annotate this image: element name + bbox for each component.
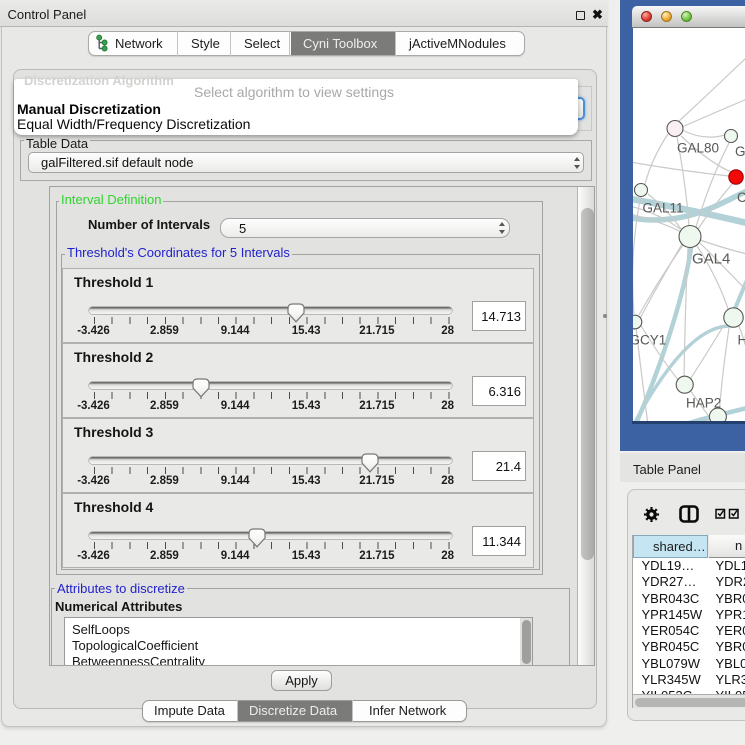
svg-text:GAL80: GAL80 xyxy=(677,141,719,156)
svg-text:HAP2: HAP2 xyxy=(686,396,721,411)
svg-text:CY: CY xyxy=(737,190,745,205)
svg-text:HA: HA xyxy=(738,333,745,348)
svg-text:GAL11: GAL11 xyxy=(643,201,684,216)
svg-text:GA: GA xyxy=(735,144,745,159)
svg-text:GCY1: GCY1 xyxy=(633,333,666,348)
svg-text:GAL4: GAL4 xyxy=(692,251,730,268)
